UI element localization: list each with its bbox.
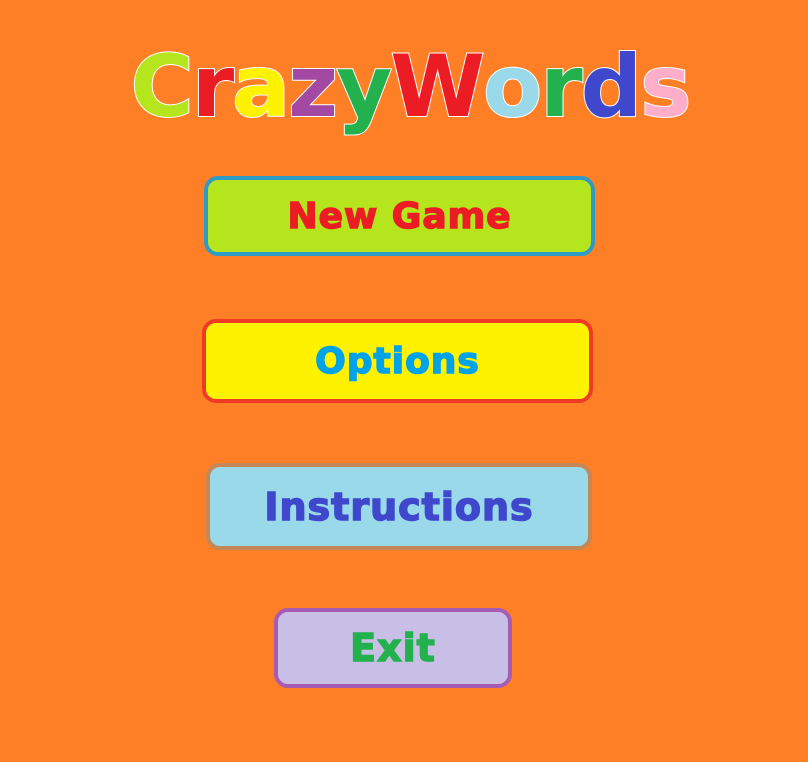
title-letter: a [231, 37, 291, 137]
exit-label: Exit [349, 625, 436, 671]
instructions-button[interactable]: Instructions [206, 463, 592, 550]
main-menu-screen: CrazyWords New Game Options Instructions… [0, 0, 808, 762]
title-letter: s [639, 37, 692, 137]
title-letter: y [335, 37, 393, 137]
new-game-button[interactable]: New Game [204, 176, 595, 256]
new-game-label: New Game [287, 195, 512, 238]
title-letter: o [482, 37, 543, 137]
title-letter: r [539, 37, 583, 137]
instructions-label: Instructions [264, 484, 534, 530]
game-title: CrazyWords [130, 30, 693, 137]
title-letter: W [389, 37, 486, 137]
exit-button[interactable]: Exit [274, 608, 512, 688]
title-letter: d [580, 37, 644, 137]
title-letter: C [130, 37, 195, 137]
title-letter: z [287, 37, 339, 137]
options-label: Options [314, 340, 480, 383]
title-letter: r [191, 37, 235, 137]
options-button[interactable]: Options [202, 319, 593, 403]
